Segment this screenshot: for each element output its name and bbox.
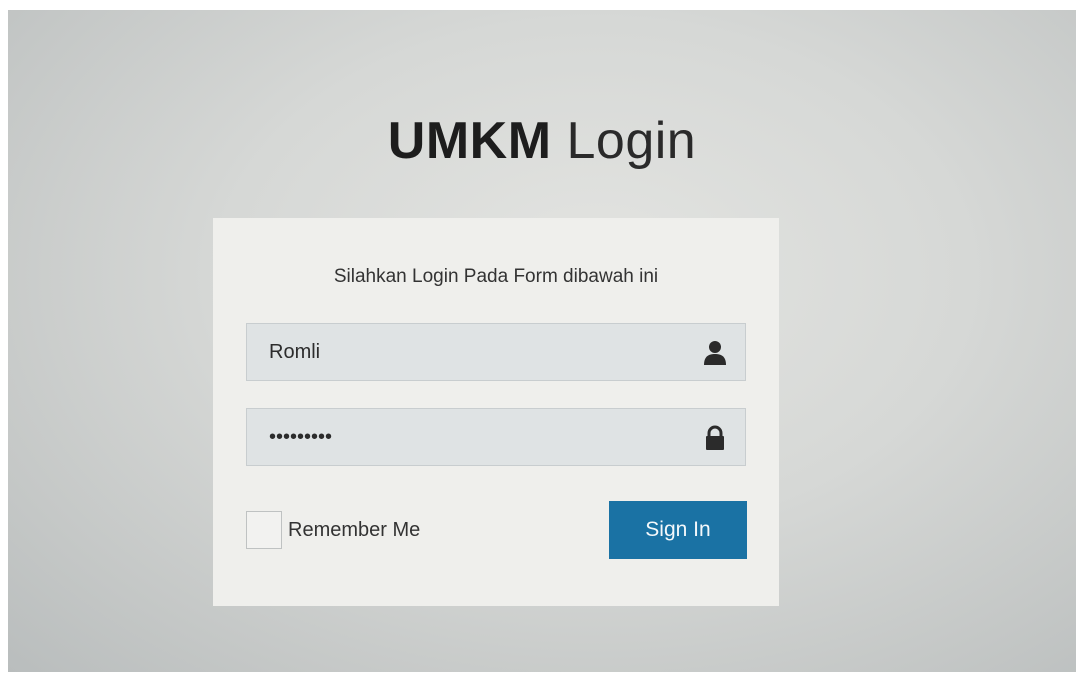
brand-login-word: Login [566,112,697,170]
login-panel: Silahkan Login Pada Form dibawah ini Rem… [213,218,779,606]
username-input[interactable] [247,324,745,380]
user-icon [704,341,726,365]
remember-me-checkbox[interactable] [246,511,282,549]
screen: UMKM Login Silahkan Login Pada Form diba… [8,10,1076,672]
password-field [246,408,746,466]
username-field [246,323,746,381]
remember-me-control[interactable]: Remember Me [246,510,420,550]
sign-in-button[interactable]: Sign In [609,501,747,559]
login-message: Silahkan Login Pada Form dibawah ini [333,266,659,287]
page-title: UMKM Login [8,110,1076,172]
lock-icon [706,425,724,450]
brand-name: UMKM [387,112,552,170]
password-input[interactable] [247,409,745,465]
remember-me-label: Remember Me [288,518,421,541]
